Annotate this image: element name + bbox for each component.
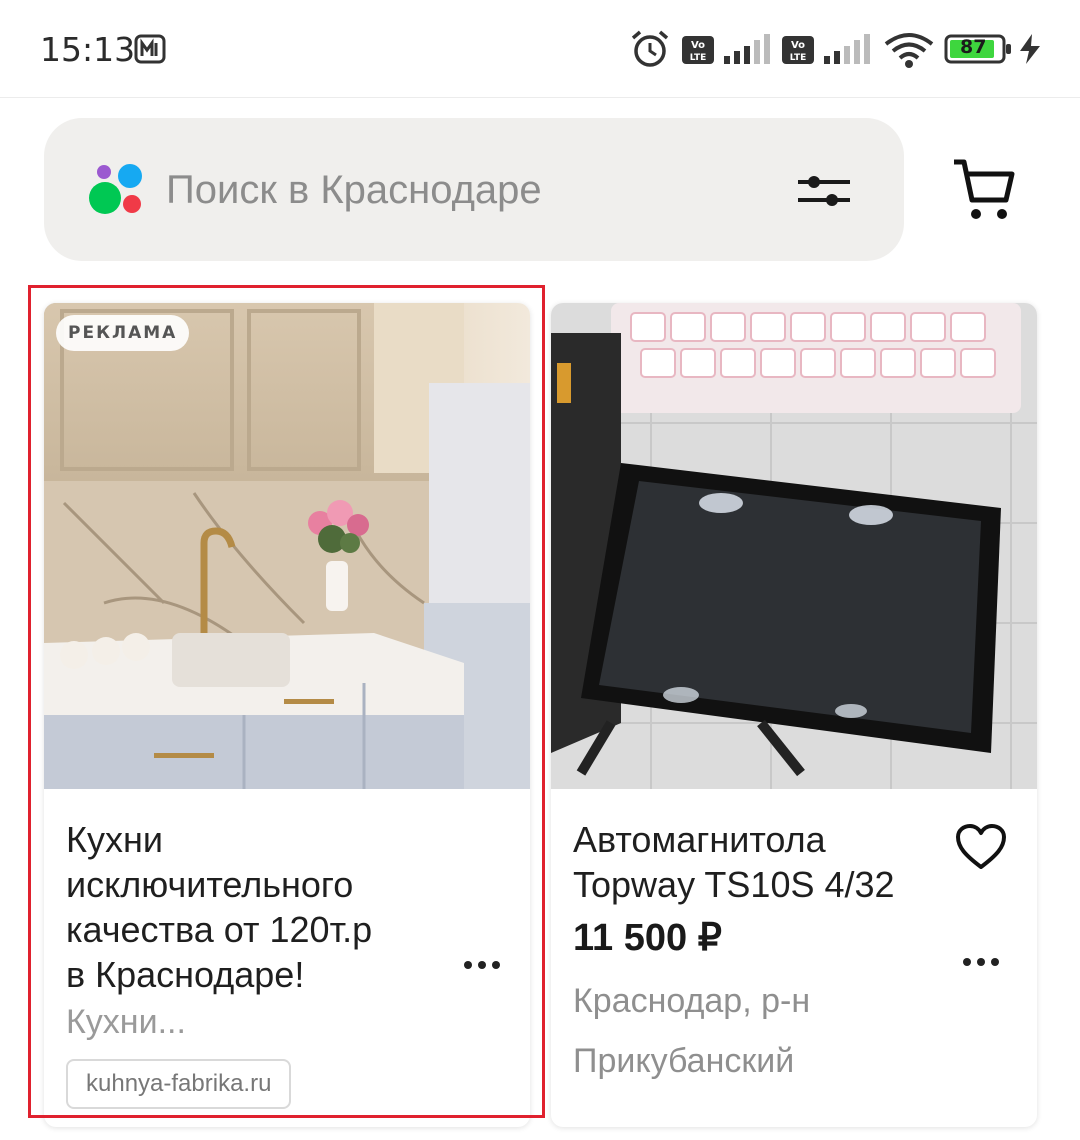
signal-icon bbox=[724, 34, 770, 64]
avito-logo-icon bbox=[89, 164, 142, 214]
svg-text:Vo: Vo bbox=[691, 40, 705, 51]
svg-text:Vo: Vo bbox=[791, 40, 805, 51]
svg-text:LTE: LTE bbox=[690, 53, 707, 63]
listing-title-line: Topway TS10S 4/32 bbox=[573, 864, 895, 905]
volte-icon: Vo LTE bbox=[682, 36, 714, 64]
listing-card[interactable]: Автомагнитола Topway TS10S 4/32 11 500 ₽… bbox=[551, 303, 1037, 1127]
listing-title-line: Автомагнитола bbox=[573, 819, 826, 860]
battery-icon: 87 bbox=[944, 34, 1014, 64]
ad-title-line: исключительного bbox=[66, 864, 354, 905]
signal-icon bbox=[824, 34, 870, 64]
listing-location-line: Краснодар, р-н bbox=[573, 982, 811, 1020]
listing-price: 11 500 ₽ bbox=[573, 917, 722, 959]
car-radio-photo[interactable] bbox=[551, 303, 1037, 789]
wifi-icon bbox=[884, 33, 934, 68]
clock: 15:13 bbox=[40, 30, 136, 69]
cart-icon[interactable] bbox=[950, 156, 1016, 226]
charging-icon bbox=[1020, 34, 1040, 64]
filter-sliders-icon[interactable] bbox=[796, 172, 852, 212]
listing-location-line: Прикубанский bbox=[573, 1042, 795, 1080]
ad-card[interactable]: РЕКЛАМА Кухни исключительного качества о… bbox=[44, 303, 530, 1127]
battery-level: 87 bbox=[960, 36, 987, 58]
ad-subtitle: Кухни... bbox=[66, 1003, 186, 1041]
carrier-m-icon bbox=[134, 34, 166, 64]
kitchen-photo[interactable]: РЕКЛАМА bbox=[44, 303, 530, 789]
ad-url-chip[interactable]: kuhnya-fabrika.ru bbox=[66, 1059, 292, 1109]
svg-text:LTE: LTE bbox=[790, 53, 807, 63]
ad-badge: РЕКЛАМА bbox=[56, 315, 190, 351]
search-input[interactable]: Поиск в Краснодаре bbox=[166, 162, 542, 218]
ad-title-line: в Краснодаре! bbox=[66, 954, 305, 995]
listing-title[interactable]: Автомагнитола Topway TS10S 4/32 bbox=[573, 817, 895, 907]
heart-icon[interactable] bbox=[955, 823, 1007, 871]
status-bar: 15:13 Vo LTE Vo LTE 87 bbox=[0, 0, 1080, 98]
more-dots-icon[interactable] bbox=[462, 959, 502, 971]
ad-title-line: Кухни bbox=[66, 819, 163, 860]
more-dots-icon[interactable] bbox=[961, 956, 1001, 968]
ad-title[interactable]: Кухни исключительного качества от 120т.р… bbox=[66, 817, 372, 997]
listing-location: Краснодар, р-н Прикубанский bbox=[573, 971, 913, 1091]
volte-icon: Vo LTE bbox=[782, 36, 814, 64]
search-bar[interactable]: Поиск в Краснодаре bbox=[44, 118, 904, 261]
ad-title-line: качества от 120т.р bbox=[66, 909, 373, 950]
alarm-icon bbox=[631, 30, 669, 67]
